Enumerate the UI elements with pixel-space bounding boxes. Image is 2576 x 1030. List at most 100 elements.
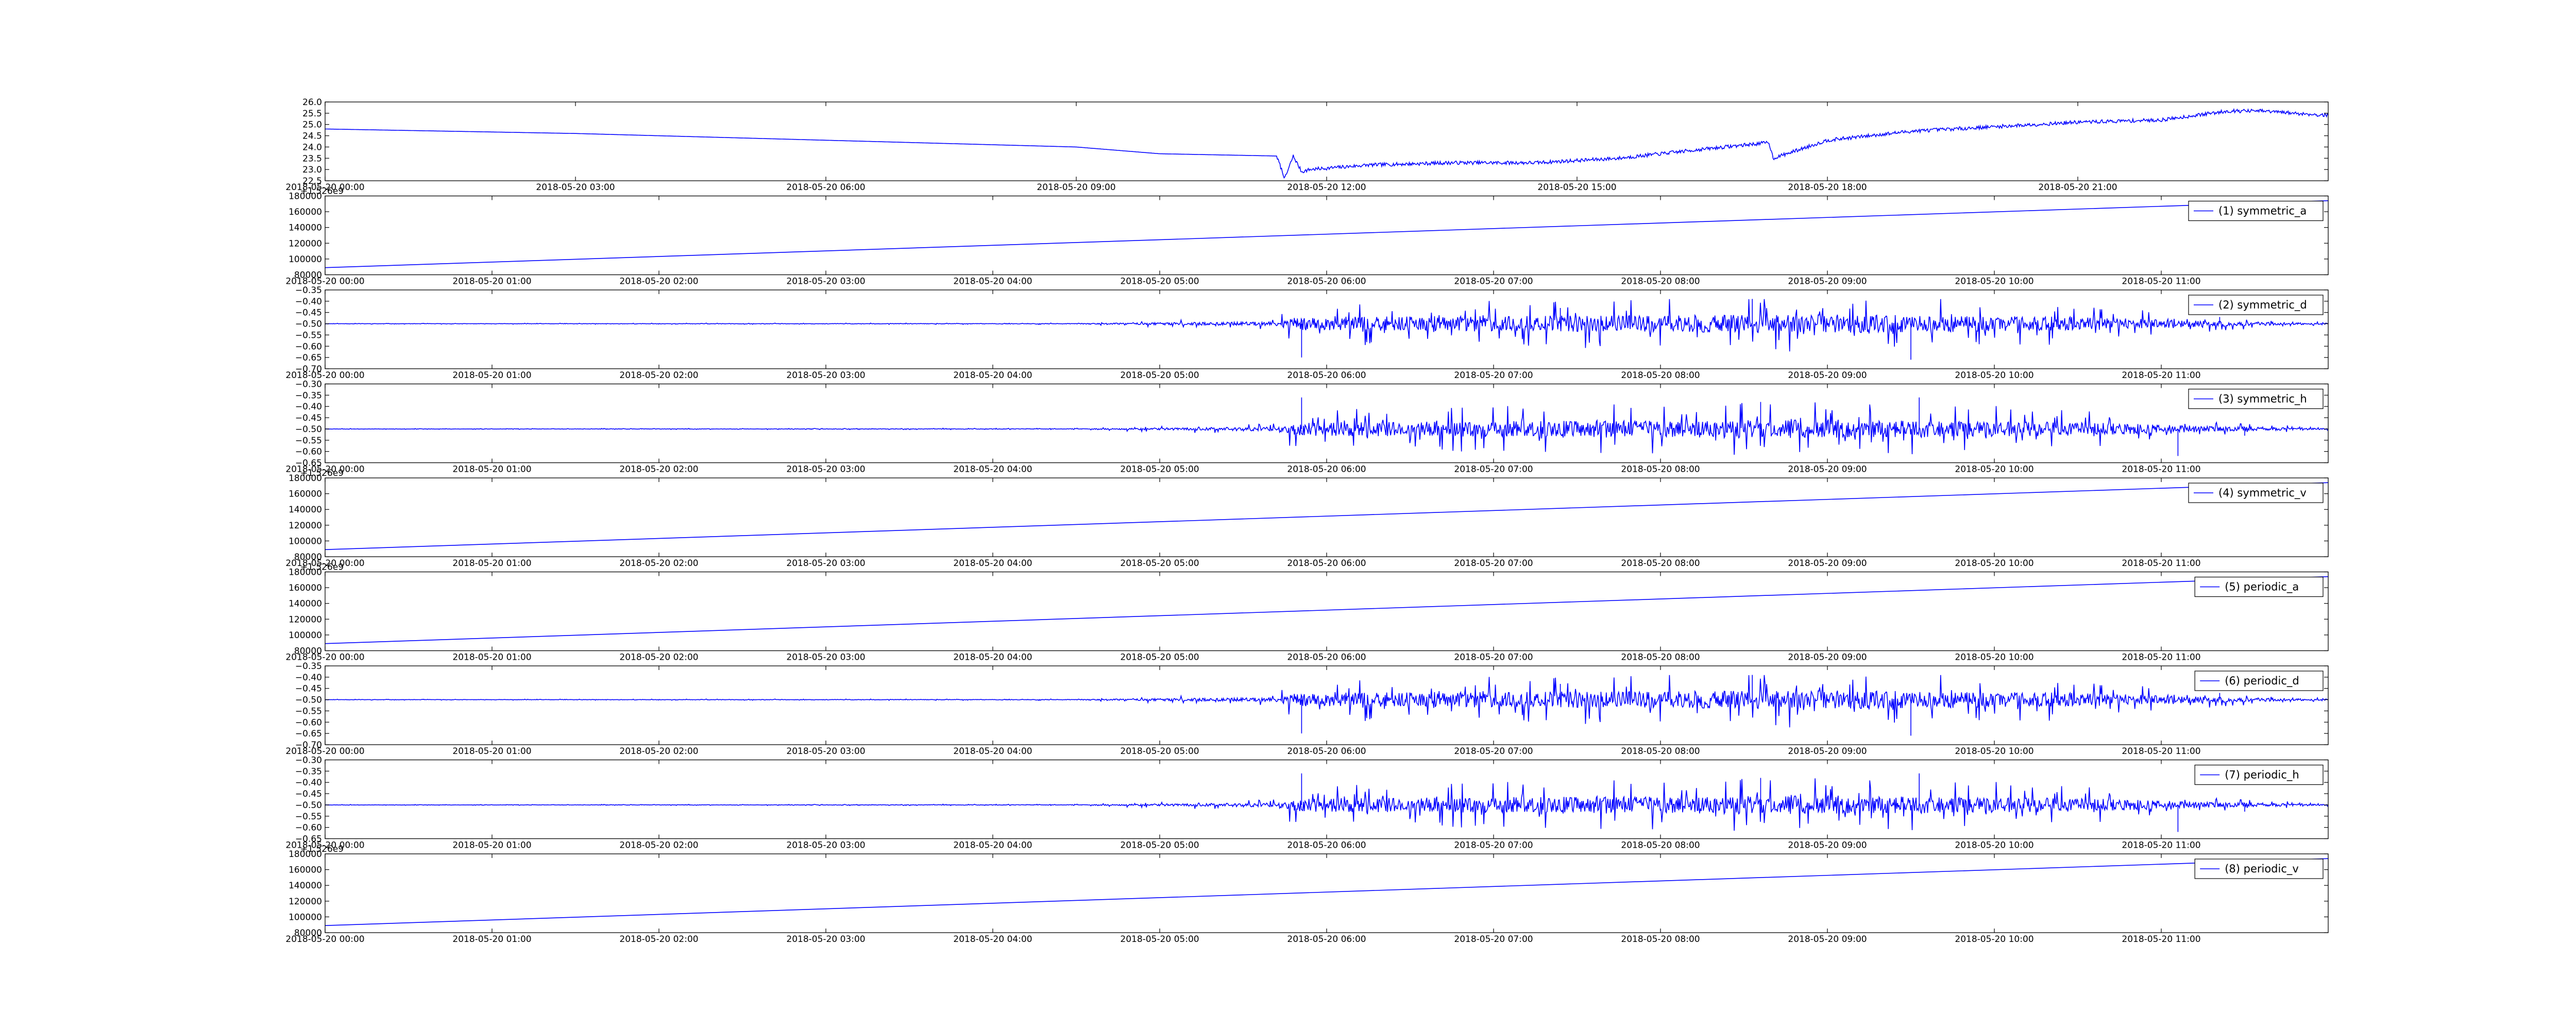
x-tick-label: 2018-05-20 09:00 (1788, 465, 1867, 475)
x-tick-label: 2018-05-20 02:00 (619, 934, 698, 945)
x-tick-label: 2018-05-20 08:00 (1621, 277, 1700, 287)
x-tick-label: 2018-05-20 15:00 (1537, 182, 1616, 193)
x-tick-label: 2018-05-20 05:00 (1120, 370, 1199, 381)
y-tick-label: −0.30 (295, 756, 322, 766)
x-tick-label: 2018-05-20 04:00 (953, 277, 1032, 287)
y-tick-label: 26.0 (302, 97, 322, 108)
y-tick-label: 100000 (289, 536, 322, 546)
x-tick-label: 2018-05-20 04:00 (953, 840, 1032, 851)
x-tick-label: 2018-05-20 01:00 (452, 653, 531, 663)
x-tick-label: 2018-05-20 04:00 (953, 746, 1032, 757)
y-tick-label: −0.45 (295, 684, 322, 694)
legend-label: (1) symmetric_a (2218, 205, 2307, 218)
x-tick-label: 2018-05-20 08:00 (1621, 840, 1700, 851)
x-tick-label: 2018-05-20 06:00 (1287, 653, 1366, 663)
legend-label: (5) periodic_a (2225, 581, 2299, 594)
x-tick-label: 2018-05-20 01:00 (452, 840, 531, 851)
y-tick-label: −0.50 (295, 695, 322, 706)
x-tick-label: 2018-05-20 01:00 (452, 746, 531, 757)
y-tick-label: −0.50 (295, 319, 322, 330)
x-tick-label: 2018-05-20 11:00 (2122, 653, 2200, 663)
x-tick-label: 2018-05-20 09:00 (1788, 558, 1867, 569)
x-tick-label: 2018-05-20 11:00 (2122, 277, 2200, 287)
figure: 22.523.023.524.024.525.025.526.02018-05-… (0, 0, 2576, 1030)
x-tick-label: 2018-05-20 02:00 (619, 840, 698, 851)
y-tick-label: 120000 (289, 238, 322, 249)
x-tick-label: 2018-05-20 06:00 (1287, 746, 1366, 757)
x-tick-label: 2018-05-20 04:00 (953, 558, 1032, 569)
x-tick-label: 2018-05-20 05:00 (1120, 277, 1199, 287)
x-tick-label: 2018-05-20 06:00 (1287, 465, 1366, 475)
legend-label: (6) periodic_d (2225, 675, 2299, 688)
x-tick-label: 2018-05-20 10:00 (1955, 653, 2033, 663)
x-tick-label: 2018-05-20 08:00 (1621, 370, 1700, 381)
x-tick-label: 2018-05-20 11:00 (2122, 465, 2200, 475)
x-tick-label: 2018-05-20 10:00 (1955, 840, 2033, 851)
y-tick-label: −0.35 (295, 285, 322, 296)
y-tick-label: 24.0 (302, 142, 322, 152)
x-tick-label: 2018-05-20 12:00 (1287, 182, 1366, 193)
y-tick-label: −0.40 (295, 778, 322, 788)
x-tick-label: 2018-05-20 04:00 (953, 934, 1032, 945)
x-tick-label: 2018-05-20 06:00 (1287, 934, 1366, 945)
y-tick-label: 24.5 (302, 131, 322, 142)
x-tick-label: 2018-05-20 03:00 (786, 465, 865, 475)
x-tick-label: 2018-05-20 01:00 (452, 370, 531, 381)
y-tick-label: −0.45 (295, 308, 322, 318)
x-tick-label: 2018-05-20 11:00 (2122, 840, 2200, 851)
x-tick-label: 2018-05-20 04:00 (953, 653, 1032, 663)
y-tick-label: −0.55 (295, 330, 322, 340)
x-tick-label: 2018-05-20 08:00 (1621, 934, 1700, 945)
offset-label: +1.526e9 (300, 186, 344, 197)
y-tick-label: −0.60 (295, 823, 322, 833)
x-tick-label: 2018-05-20 11:00 (2122, 746, 2200, 757)
y-tick-label: −0.55 (295, 812, 322, 822)
figure-background (0, 0, 2576, 1030)
x-tick-label: 2018-05-20 08:00 (1621, 465, 1700, 475)
x-tick-label: 2018-05-20 03:00 (786, 840, 865, 851)
y-tick-label: −0.60 (295, 717, 322, 728)
y-tick-label: −0.55 (295, 436, 322, 446)
x-tick-label: 2018-05-20 06:00 (1287, 277, 1366, 287)
x-tick-label: 2018-05-20 11:00 (2122, 370, 2200, 381)
x-tick-label: 2018-05-20 10:00 (1955, 277, 2033, 287)
x-tick-label: 2018-05-20 03:00 (786, 746, 865, 757)
y-tick-label: 25.0 (302, 120, 322, 130)
y-tick-label: 160000 (289, 207, 322, 217)
x-tick-label: 2018-05-20 04:00 (953, 465, 1032, 475)
x-tick-label: 2018-05-20 11:00 (2122, 934, 2200, 945)
y-tick-label: 140000 (289, 881, 322, 891)
x-tick-label: 2018-05-20 07:00 (1454, 934, 1533, 945)
y-tick-label: 160000 (289, 865, 322, 876)
x-tick-label: 2018-05-20 07:00 (1454, 465, 1533, 475)
x-tick-label: 2018-05-20 02:00 (619, 465, 698, 475)
x-tick-label: 2018-05-20 02:00 (619, 370, 698, 381)
offset-label: +1.526e9 (300, 468, 344, 478)
y-tick-label: −0.35 (295, 766, 322, 777)
offset-label: +1.526e9 (300, 562, 344, 573)
x-tick-label: 2018-05-20 10:00 (1955, 370, 2033, 381)
x-tick-label: 2018-05-20 05:00 (1120, 746, 1199, 757)
y-tick-label: 23.5 (302, 153, 322, 164)
x-tick-label: 2018-05-20 01:00 (452, 558, 531, 569)
x-tick-label: 2018-05-20 21:00 (2038, 182, 2117, 193)
x-tick-label: 2018-05-20 08:00 (1621, 653, 1700, 663)
x-tick-label: 2018-05-20 08:00 (1621, 746, 1700, 757)
x-tick-label: 2018-05-20 03:00 (786, 370, 865, 381)
x-tick-label: 2018-05-20 10:00 (1955, 934, 2033, 945)
x-tick-label: 2018-05-20 06:00 (1287, 840, 1366, 851)
x-tick-label: 2018-05-20 09:00 (1788, 370, 1867, 381)
x-tick-label: 2018-05-20 01:00 (452, 277, 531, 287)
legend-label: (8) periodic_v (2225, 863, 2299, 876)
y-tick-label: 120000 (289, 521, 322, 531)
y-tick-label: 100000 (289, 254, 322, 265)
y-tick-label: 100000 (289, 630, 322, 641)
y-tick-label: 140000 (289, 223, 322, 233)
x-tick-label: 2018-05-20 02:00 (619, 558, 698, 569)
offset-label: +1.526e9 (300, 844, 344, 854)
x-tick-label: 2018-05-20 07:00 (1454, 370, 1533, 381)
y-tick-label: −0.65 (295, 353, 322, 363)
x-tick-label: 2018-05-20 09:00 (1788, 840, 1867, 851)
x-tick-label: 2018-05-20 07:00 (1454, 558, 1533, 569)
x-tick-label: 2018-05-20 09:00 (1788, 277, 1867, 287)
